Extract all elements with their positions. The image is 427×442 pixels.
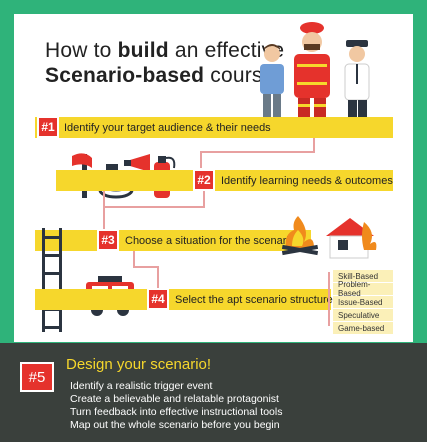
title-bold-word: build [117,39,169,62]
step-5-title: Design your scenario! [66,356,212,373]
title-line-1: How to build an effective [45,39,284,63]
step-5-item: Create a believable and relatable protag… [70,393,279,405]
connector-3 [133,251,135,267]
step-2-label: Identify learning needs & outcomes [221,175,393,187]
structure-item: Issue-Based [333,296,393,308]
step-1-label: Identify your target audience & their ne… [64,122,271,134]
connector-2c [203,191,205,208]
title-line-2: Scenario-based course [45,64,274,88]
step-3-icons [281,216,377,259]
connector-3c [157,266,159,290]
step-3-badge: #3 [97,229,119,251]
title-prefix: How to [45,39,112,62]
step-5-item: Identify a realistic trigger event [70,380,213,392]
step-5-item: Turn feedback into effective instruction… [70,406,283,418]
burning-house-icon [326,218,377,259]
step-5-item: Map out the whole scenario before you be… [70,419,280,431]
structure-item: Game-based [333,322,393,334]
step-5-badge: #5 [20,362,54,392]
campfire-icon [281,216,319,256]
connector-2b [103,206,203,208]
firefighter-icon [294,22,330,128]
ladder-icon [42,228,62,332]
connector-1b [200,151,315,153]
connector-3b [133,266,159,268]
person-blue-shirt-icon [260,44,284,122]
connector-2 [103,191,105,231]
step-4-badge: #4 [147,288,169,310]
structure-connector [328,272,330,326]
police-officer-icon [344,40,370,126]
title-bold-phrase: Scenario-based [45,64,205,87]
structure-item: Problem-Based [333,280,393,298]
step-3-label: Choose a situation for the scenario [125,235,295,247]
step-2-badge: #2 [193,169,215,191]
step-1-badge: #1 [37,116,59,138]
structure-item: Speculative [333,309,393,321]
step-4-label: Select the apt scenario structure [175,294,333,306]
connector-1 [313,138,315,152]
